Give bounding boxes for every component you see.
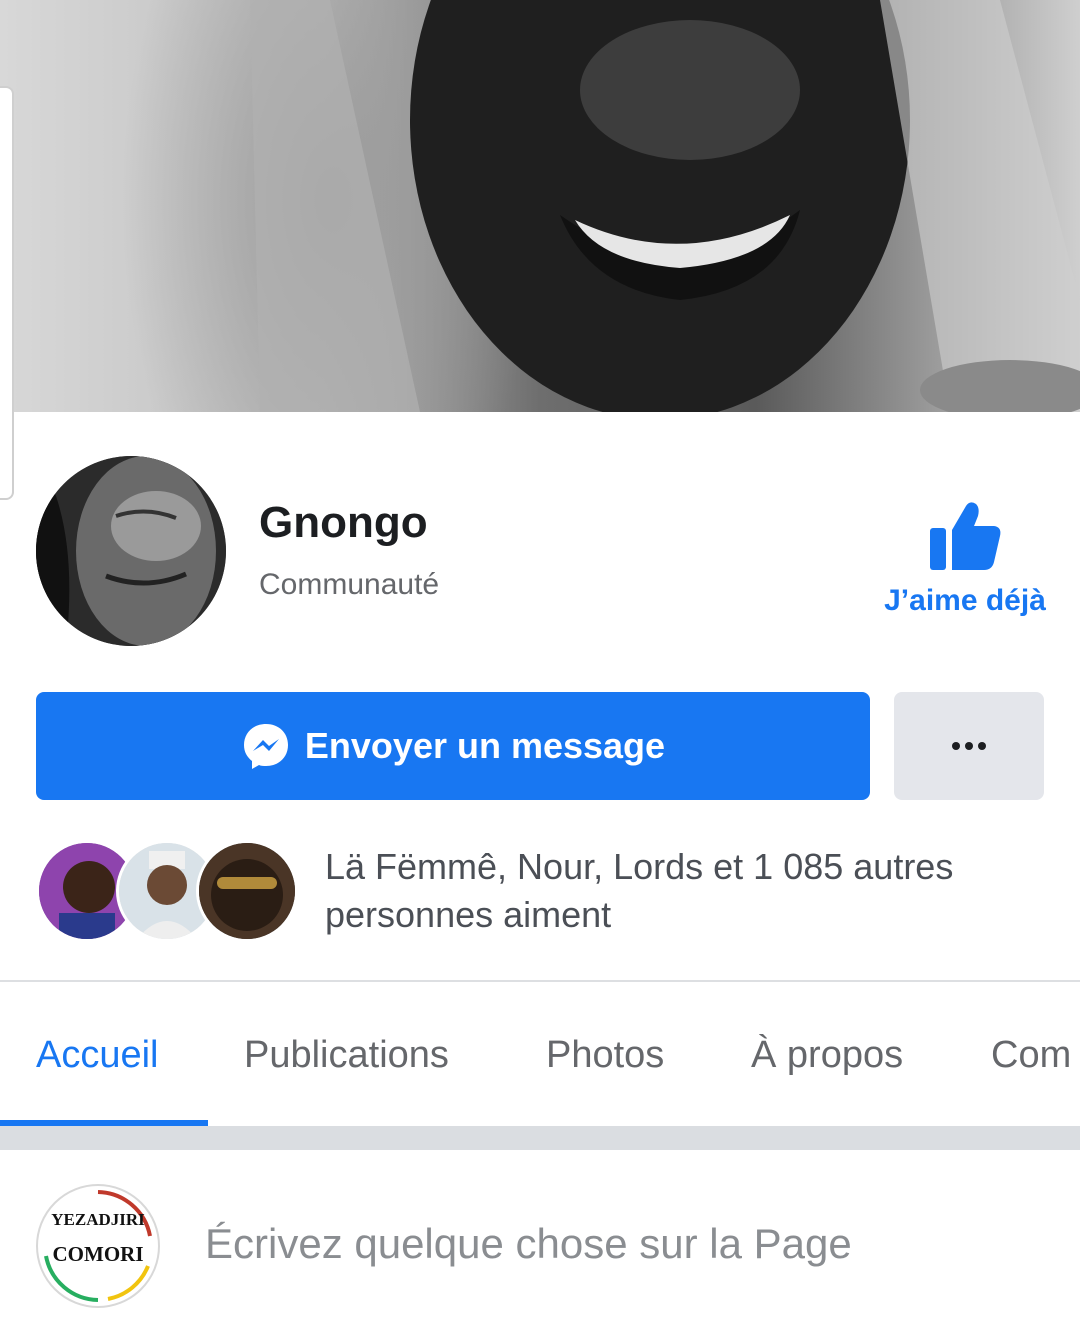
send-message-label: Envoyer un message (304, 725, 666, 766)
tab-publications[interactable]: Publications (244, 1034, 449, 1077)
like-button[interactable]: J’aime déjà (860, 500, 1070, 635)
send-message-button[interactable]: Envoyer un message (36, 692, 870, 800)
tab-accueil[interactable]: Accueil (36, 1034, 159, 1077)
messenger-icon (243, 724, 288, 769)
profile-picture[interactable] (36, 456, 226, 646)
thumbs-up-icon (930, 502, 1001, 570)
write-post-input[interactable]: Écrivez quelque chose sur la Page (205, 1220, 852, 1268)
logo-text-line1: YEZADJIRI (51, 1210, 145, 1229)
tab-a-propos[interactable]: À propos (751, 1034, 903, 1077)
cover-photo[interactable] (0, 0, 1080, 412)
page-name: Gnongo (259, 498, 428, 547)
logo-text-line2: COMORI (52, 1242, 144, 1266)
friend-avatar[interactable] (196, 840, 298, 942)
page-tabs: Accueil Publications Photos À propos Com (0, 1000, 1080, 1126)
more-dots-icon (952, 742, 986, 750)
composer-page-avatar[interactable]: YEZADJIRI COMORI (36, 1184, 160, 1308)
more-options-button[interactable] (894, 692, 1044, 800)
side-handle (0, 86, 14, 500)
post-composer: YEZADJIRI COMORI Écrivez quelque chose s… (0, 1150, 1080, 1344)
section-divider (0, 980, 1080, 982)
friends-avatars (36, 840, 298, 942)
likes-summary[interactable]: Lä Fëmmê, Nour, Lords et 1 085 autres pe… (325, 843, 1025, 939)
page-category: Communauté (259, 568, 440, 601)
tab-photos[interactable]: Photos (546, 1034, 664, 1077)
like-label: J’aime déjà (884, 584, 1046, 617)
section-separator (0, 1126, 1080, 1150)
tab-communaute[interactable]: Com (991, 1034, 1071, 1077)
